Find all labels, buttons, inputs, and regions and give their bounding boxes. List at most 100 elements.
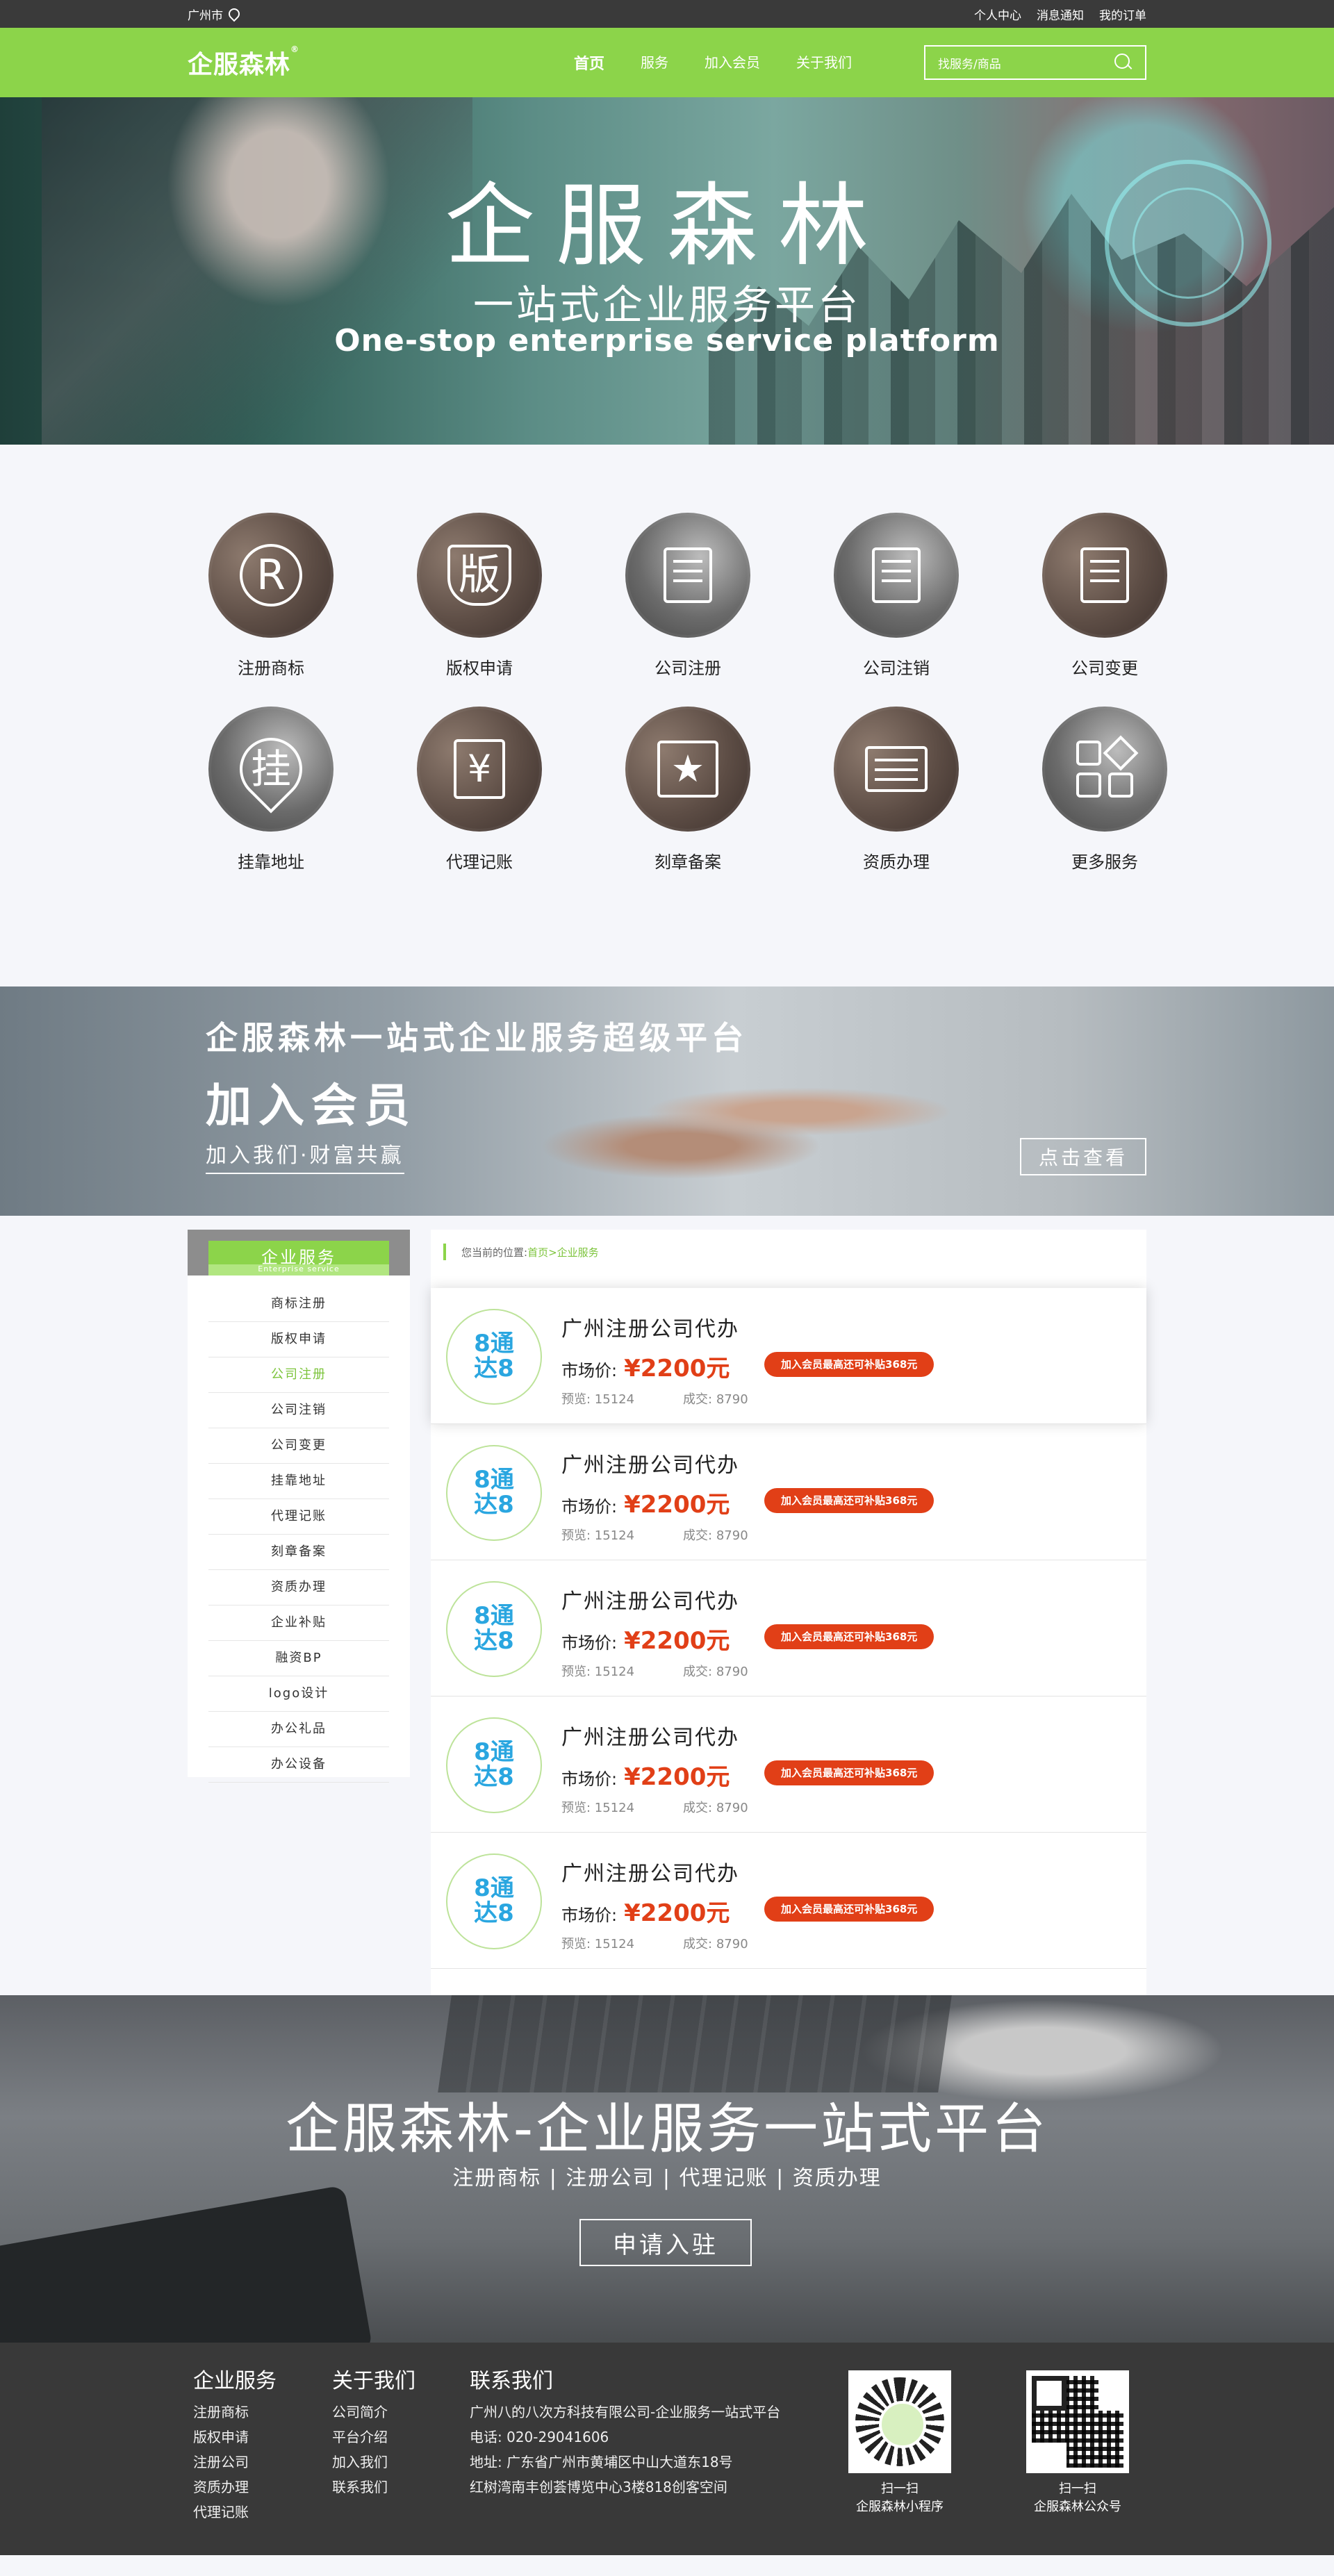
product-title[interactable]: 广州注册公司代办: [561, 1720, 739, 1751]
services-grid: R 注册商标 版版权申请 公司注册 公司注销 公司变更 挂挂靠地址 ¥ 代理记账 ★…: [167, 445, 1167, 873]
nav-item-home[interactable]: 首页: [574, 51, 604, 74]
my-orders-link[interactable]: 我的订单: [1099, 6, 1146, 23]
membership-heading: 加入会员: [206, 1079, 417, 1132]
service-item[interactable]: 公司注销: [792, 513, 1000, 679]
footer-link[interactable]: 注册商标: [193, 2400, 277, 2425]
service-label: 资质办理: [863, 852, 930, 872]
site-logo[interactable]: 企服森林®: [188, 44, 299, 81]
product-title[interactable]: 广州注册公司代办: [561, 1312, 739, 1342]
service-item[interactable]: 公司变更: [1000, 513, 1209, 679]
service-label: 注册商标: [238, 659, 304, 678]
view-membership-button[interactable]: 点击查看: [1020, 1138, 1146, 1175]
sidebar-item-copyright[interactable]: 版权申请: [208, 1322, 389, 1357]
search-icon[interactable]: [1114, 53, 1133, 72]
product-stats: 预览: 15124 成交: 8790: [561, 1934, 748, 1952]
sidebar-item-seal[interactable]: 刻章备案: [208, 1535, 389, 1570]
service-label: 公司注册: [654, 659, 721, 678]
sidebar-item-bookkeeping[interactable]: 代理记账: [208, 1499, 389, 1535]
sidebar-item-subsidy[interactable]: 企业补贴: [208, 1605, 389, 1641]
ledger-icon: ¥: [417, 707, 542, 832]
service-item[interactable]: 更多服务: [1000, 707, 1209, 873]
service-item[interactable]: ¥ 代理记账: [375, 707, 584, 873]
product-list-panel: 您当前的位置: 首页>企业服务 8通 达8 广州注册公司代办 市场价: ¥2200元…: [431, 1230, 1146, 1995]
apply-join-button[interactable]: 申请入驻: [579, 2219, 752, 2266]
footer-link[interactable]: 资质办理: [193, 2475, 277, 2500]
official-account-qr-code: [1026, 2370, 1129, 2473]
sidebar-item-financing[interactable]: 融资BP: [208, 1641, 389, 1676]
briefcase-icon: [834, 707, 959, 832]
product-price: 市场价: ¥2200元: [561, 1899, 730, 1927]
footer-link[interactable]: 代理记账: [193, 2500, 277, 2525]
provider-logo: 8通 达8: [446, 1717, 542, 1813]
footer-link[interactable]: 公司简介: [332, 2400, 415, 2425]
search-box[interactable]: 找服务/商品: [924, 45, 1146, 80]
breadcrumb-path[interactable]: 首页>企业服务: [527, 1245, 599, 1260]
deal-count: 成交: 8790: [683, 1392, 748, 1407]
product-card[interactable]: 8通 达8 广州注册公司代办 市场价: ¥2200元 加入会员最高还可补贴368元 …: [431, 1833, 1146, 1969]
footer-col-contact: 联系我们 广州八的八次方科技有限公司-企业服务一站式平台 电话: 020-290…: [470, 2363, 780, 2500]
user-center-link[interactable]: 个人中心: [974, 6, 1021, 23]
city-label: 广州市: [188, 8, 223, 23]
service-item[interactable]: ★ 刻章备案: [584, 707, 792, 873]
nav-item-about[interactable]: 关于我们: [796, 51, 852, 74]
footer: 企业服务 注册商标 版权申请 注册公司 资质办理 代理记账 关于我们 公司简介 …: [0, 2343, 1334, 2555]
search-input[interactable]: 找服务/商品: [938, 54, 1001, 72]
membership-title: 企服森林一站式企业服务超级平台: [206, 1019, 748, 1057]
provider-logo: 8通 达8: [446, 1445, 542, 1541]
nav-item-membership[interactable]: 加入会员: [705, 51, 760, 74]
footer-link[interactable]: 加入我们: [332, 2450, 415, 2475]
view-count: 预览: 15124: [561, 1392, 635, 1407]
sidebar-item-company-registration[interactable]: 公司注册: [208, 1357, 389, 1393]
service-item[interactable]: 公司注册: [584, 513, 792, 679]
deal-count: 成交: 8790: [683, 1665, 748, 1679]
product-title[interactable]: 广州注册公司代办: [561, 1448, 739, 1478]
service-item[interactable]: 版版权申请: [375, 513, 584, 679]
product-title[interactable]: 广州注册公司代办: [561, 1856, 739, 1887]
service-label: 刻章备案: [654, 852, 721, 872]
deal-count: 成交: 8790: [683, 1937, 748, 1951]
deal-count: 成交: 8790: [683, 1528, 748, 1543]
sidebar-item-office-gifts[interactable]: 办公礼品: [208, 1712, 389, 1747]
building-pen-icon: [625, 513, 750, 638]
apply-banner-title: 企服森林-企业服务一站式平台: [285, 2098, 1049, 2161]
sidebar-header: 企业服务 Enterprise service: [188, 1230, 410, 1275]
member-subsidy-badge: 加入会员最高还可补贴368元: [764, 1760, 934, 1785]
product-card[interactable]: 8通 达8 广州注册公司代办 市场价: ¥2200元 加入会员最高还可补贴368元 …: [431, 1696, 1146, 1833]
sidebar-item-address[interactable]: 挂靠地址: [208, 1464, 389, 1499]
city-selector[interactable]: 广州市: [188, 6, 237, 23]
notifications-link[interactable]: 消息通知: [1037, 6, 1084, 23]
qr-caption: 企服森林公众号: [1034, 2500, 1121, 2514]
footer-link[interactable]: 联系我们: [332, 2475, 415, 2500]
logo-text: 企服森林: [188, 51, 291, 79]
service-item[interactable]: 挂挂靠地址: [167, 707, 375, 873]
service-item[interactable]: 资质办理: [792, 707, 1000, 873]
sidebar-item-office-equipment[interactable]: 办公设备: [208, 1747, 389, 1783]
sidebar-item-qualification[interactable]: 资质办理: [208, 1570, 389, 1605]
official-account-qr: 扫一扫 企服森林公众号: [1026, 2370, 1130, 2516]
view-count: 预览: 15124: [561, 1937, 635, 1951]
footer-col-services: 企业服务 注册商标 版权申请 注册公司 资质办理 代理记账: [193, 2363, 277, 2525]
tablet-image: [0, 2185, 373, 2343]
product-card[interactable]: 8通 达8 广州注册公司代办 市场价: ¥2200元 加入会员最高还可补贴368元 …: [431, 1424, 1146, 1560]
sidebar-item-logo-design[interactable]: logo设计: [208, 1676, 389, 1712]
nav-item-services[interactable]: 服务: [641, 51, 668, 74]
service-item[interactable]: R 注册商标: [167, 513, 375, 679]
mini-program-qr-code: [848, 2370, 951, 2473]
sidebar-item-company-cancellation[interactable]: 公司注销: [208, 1393, 389, 1428]
view-count: 预览: 15124: [561, 1665, 635, 1679]
sidebar-item-company-change[interactable]: 公司变更: [208, 1428, 389, 1464]
footer-heading: 联系我们: [470, 2369, 553, 2393]
company-name: 广州八的八次方科技有限公司-企业服务一站式平台: [470, 2404, 781, 2420]
registered-icon: R: [208, 513, 334, 638]
sidebar-subtitle: Enterprise service: [208, 1264, 389, 1275]
sidebar-item-trademark[interactable]: 商标注册: [208, 1287, 389, 1322]
footer-link[interactable]: 平台介绍: [332, 2425, 415, 2450]
product-card[interactable]: 8通 达8 广州注册公司代办 市场价: ¥2200元 加入会员最高还可补贴368元 …: [431, 1288, 1146, 1424]
product-title[interactable]: 广州注册公司代办: [561, 1584, 739, 1615]
footer-link[interactable]: 注册公司: [193, 2450, 277, 2475]
product-card[interactable]: 8通 达8 广州注册公司代办 市场价: ¥2200元 加入会员最高还可补贴368元 …: [431, 1560, 1146, 1696]
service-label: 更多服务: [1071, 852, 1138, 872]
footer-heading: 企业服务: [193, 2369, 277, 2393]
member-subsidy-badge: 加入会员最高还可补贴368元: [764, 1488, 934, 1513]
footer-link[interactable]: 版权申请: [193, 2425, 277, 2450]
